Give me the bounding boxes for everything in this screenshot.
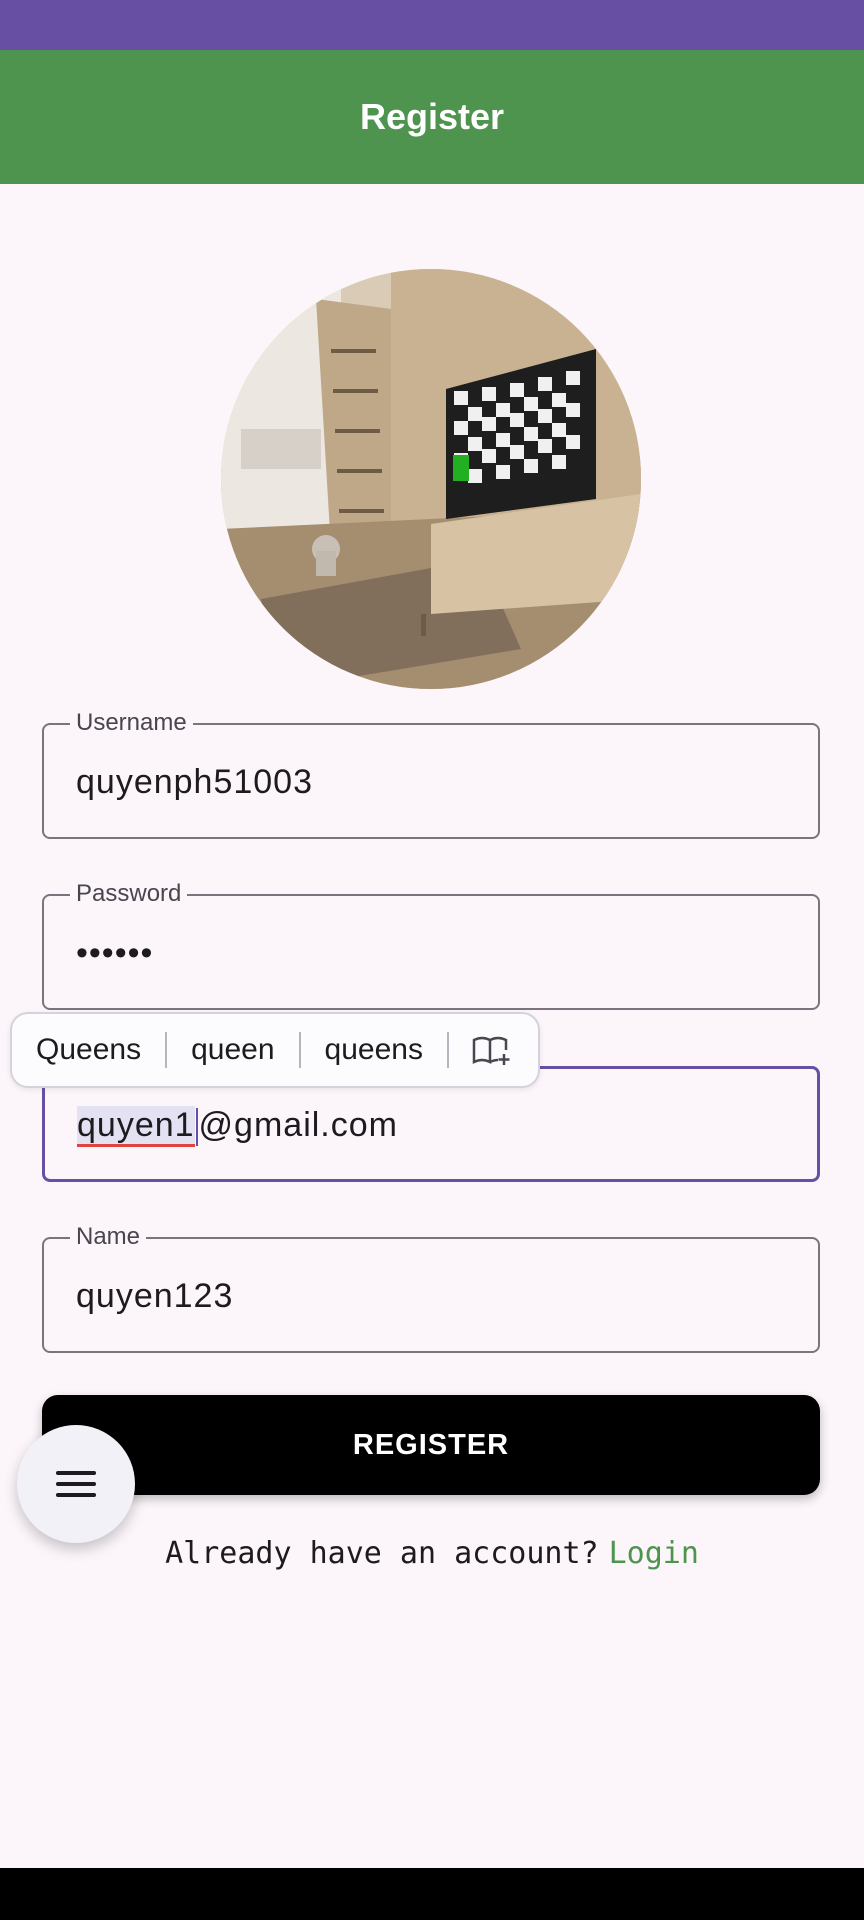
username-label: Username [70, 709, 193, 737]
email-value: quyen1 @gmail.com [77, 1106, 398, 1147]
email-value-rest: @gmail.com [198, 1106, 398, 1144]
username-field[interactable]: Username quyenph51003 [42, 709, 820, 839]
email-selected-word: quyen1 [77, 1106, 195, 1147]
spell-suggestion-bar: Queens queen queens [10, 1012, 540, 1088]
menu-fab[interactable] [17, 1425, 135, 1543]
register-button-label: REGISTER [352, 1428, 510, 1461]
login-link[interactable]: Login [609, 1536, 699, 1571]
avatar-image[interactable] [221, 269, 641, 689]
suggestion-item[interactable]: queen [167, 1033, 298, 1067]
login-prompt: Already have an account? [165, 1536, 599, 1571]
room-illustration [221, 269, 641, 689]
login-row: Already have an account? Login [0, 1536, 864, 1571]
page-title: Register [359, 96, 505, 137]
username-value: quyenph51003 [76, 763, 314, 801]
name-field[interactable]: Name quyen123 [42, 1223, 820, 1353]
app-bar: Register [0, 50, 864, 184]
password-field[interactable]: Password •••••• [42, 880, 820, 1010]
text-cursor [195, 1108, 198, 1147]
name-value: quyen123 [76, 1277, 234, 1315]
password-value: •••••• [76, 934, 154, 972]
status-bar [0, 0, 864, 50]
password-label: Password [70, 880, 188, 908]
navigation-bar [0, 1868, 864, 1920]
name-label: Name [70, 1223, 147, 1251]
menu-icon [56, 1471, 96, 1497]
suggestion-item[interactable]: queens [301, 1033, 447, 1067]
register-button[interactable]: REGISTER [42, 1395, 820, 1495]
suggestion-item[interactable]: Queens [12, 1033, 165, 1067]
add-to-dictionary-icon[interactable] [449, 1034, 535, 1066]
